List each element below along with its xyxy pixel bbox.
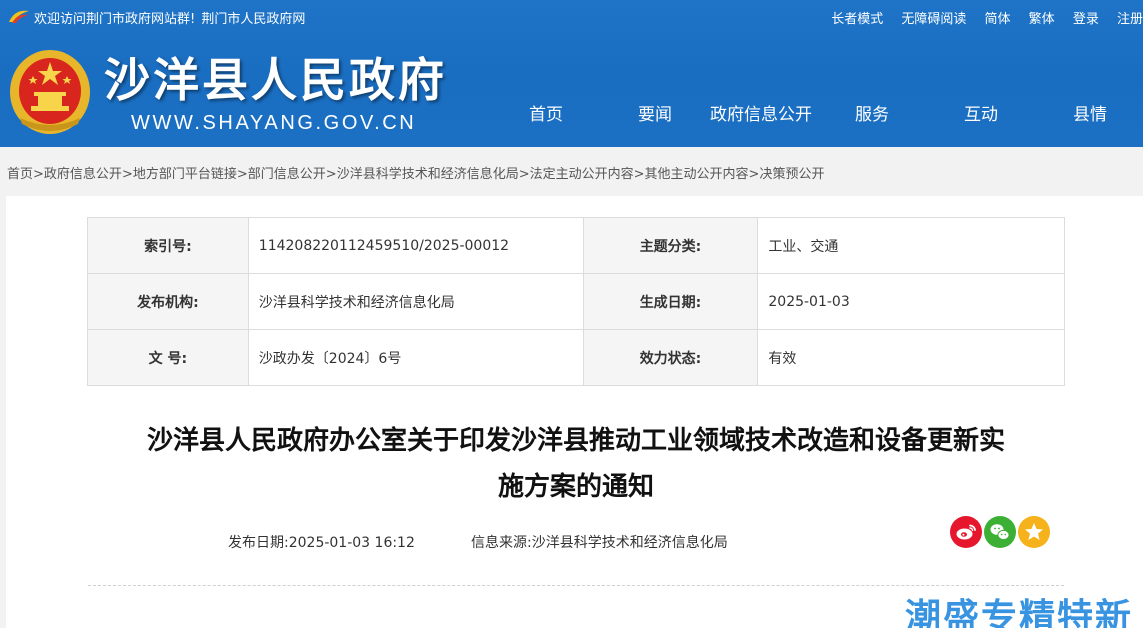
date-value: 2025-01-03 xyxy=(757,273,1065,330)
document-title-line1: 沙洋县人民政府办公室关于印发沙洋县推动工业领域技术改造和设备更新实 xyxy=(146,426,1005,456)
main-nav: 首页 要闻 政府信息公开 服务 互动 县情 xyxy=(0,100,1143,126)
breadcrumb-gov-info[interactable]: 政府信息公开 xyxy=(44,167,122,182)
breadcrumb-separator: > xyxy=(748,167,760,182)
breadcrumb-other[interactable]: 其他主动公开内容 xyxy=(645,167,749,182)
star-icon xyxy=(1018,516,1050,548)
breadcrumb: 首页>政府信息公开>地方部门平台链接>部门信息公开>沙洋县科学技术和经济信息化局… xyxy=(7,163,824,182)
info-source-value: 沙洋县科学技术和经济信息化局 xyxy=(531,535,728,551)
table-row: 发布机构: 沙洋县科学技术和经济信息化局 生成日期: 2025-01-03 xyxy=(87,273,1065,330)
wechat-icon xyxy=(984,516,1016,548)
portal-link[interactable]: 荆门市人民政府网 xyxy=(201,12,305,27)
nav-interaction[interactable]: 互动 xyxy=(964,100,998,125)
breadcrumb-bureau[interactable]: 沙洋县科学技术和经济信息化局 xyxy=(337,167,519,182)
publish-date-value: 2025-01-03 16:12 xyxy=(288,535,415,551)
topic-value: 工业、交通 xyxy=(757,217,1065,274)
login-link[interactable]: 登录 xyxy=(1073,12,1099,27)
table-row: 文 号: 沙政办发〔2024〕6号 效力状态: 有效 xyxy=(87,329,1065,386)
breadcrumb-decision[interactable]: 决策预公开 xyxy=(759,167,824,182)
breadcrumb-separator: > xyxy=(325,167,337,182)
welcome-message: 欢迎访问荆门市政府网站群! xyxy=(34,12,196,27)
traditional-link[interactable]: 繁体 xyxy=(1029,12,1055,27)
breadcrumb-dept-info[interactable]: 部门信息公开 xyxy=(248,167,326,182)
breadcrumb-dept-links[interactable]: 地方部门平台链接 xyxy=(133,167,237,182)
status-label: 效力状态: xyxy=(582,329,759,386)
document-title-line2: 施方案的通知 xyxy=(497,472,654,502)
breadcrumb-separator: > xyxy=(633,167,645,182)
docno-value: 沙政办发〔2024〕6号 xyxy=(247,329,584,386)
document-meta-table: 索引号: 114208220112459510/2025-00012 主题分类:… xyxy=(87,217,1065,386)
nav-county-info[interactable]: 县情 xyxy=(1073,100,1107,125)
breadcrumb-separator: > xyxy=(33,167,44,182)
breadcrumb-statutory[interactable]: 法定主动公开内容 xyxy=(530,167,634,182)
ribbon-logo-icon xyxy=(9,10,29,23)
breadcrumb-home[interactable]: 首页 xyxy=(7,167,33,182)
nav-home[interactable]: 首页 xyxy=(529,100,563,125)
simplified-link[interactable]: 简体 xyxy=(985,12,1011,27)
content-divider xyxy=(88,585,1064,586)
accessibility-link[interactable]: 无障碍阅读 xyxy=(901,12,966,27)
favorite-button[interactable] xyxy=(1018,516,1050,548)
top-bar: 欢迎访问荆门市政府网站群! 荆门市人民政府网 长者模式 无障碍阅读 简体 繁体 … xyxy=(0,0,1143,32)
nav-news[interactable]: 要闻 xyxy=(638,100,672,125)
publish-date: 发布日期:2025-01-03 16:12 xyxy=(228,532,415,552)
breadcrumb-separator: > xyxy=(518,167,530,182)
top-links: 长者模式 无障碍阅读 简体 繁体 登录 注册 xyxy=(817,8,1143,27)
topic-label: 主题分类: xyxy=(582,217,759,274)
site-header: 欢迎访问荆门市政府网站群! 荆门市人民政府网 长者模式 无障碍阅读 简体 繁体 … xyxy=(0,0,1143,147)
org-value: 沙洋县科学技术和经济信息化局 xyxy=(247,273,584,330)
weibo-share-button[interactable] xyxy=(950,516,982,548)
index-label: 索引号: xyxy=(87,217,249,274)
date-label: 生成日期: xyxy=(582,273,759,330)
weibo-icon xyxy=(950,516,982,548)
welcome-text: 欢迎访问荆门市政府网站群! 荆门市人民政府网 xyxy=(34,8,305,27)
index-value: 114208220112459510/2025-00012 xyxy=(247,217,584,274)
breadcrumb-separator: > xyxy=(121,167,133,182)
wechat-share-button[interactable] xyxy=(984,516,1016,548)
docno-label: 文 号: xyxy=(87,329,249,386)
document-title: 沙洋县人民政府办公室关于印发沙洋县推动工业领域技术改造和设备更新实 施方案的通知 xyxy=(88,418,1064,510)
breadcrumb-separator: > xyxy=(236,167,248,182)
nav-gov-info[interactable]: 政府信息公开 xyxy=(710,100,812,125)
publish-date-label: 发布日期: xyxy=(228,535,289,551)
org-label: 发布机构: xyxy=(87,273,249,330)
nav-services[interactable]: 服务 xyxy=(855,100,889,125)
status-value: 有效 xyxy=(757,329,1065,386)
info-source: 信息来源:沙洋县科学技术和经济信息化局 xyxy=(471,532,728,552)
table-row: 索引号: 114208220112459510/2025-00012 主题分类:… xyxy=(87,217,1065,274)
info-source-label: 信息来源: xyxy=(471,535,532,551)
elder-mode-link[interactable]: 长者模式 xyxy=(831,12,883,27)
register-link[interactable]: 注册 xyxy=(1117,12,1143,27)
watermark-text: 潮盛专精特新 xyxy=(905,597,1134,628)
